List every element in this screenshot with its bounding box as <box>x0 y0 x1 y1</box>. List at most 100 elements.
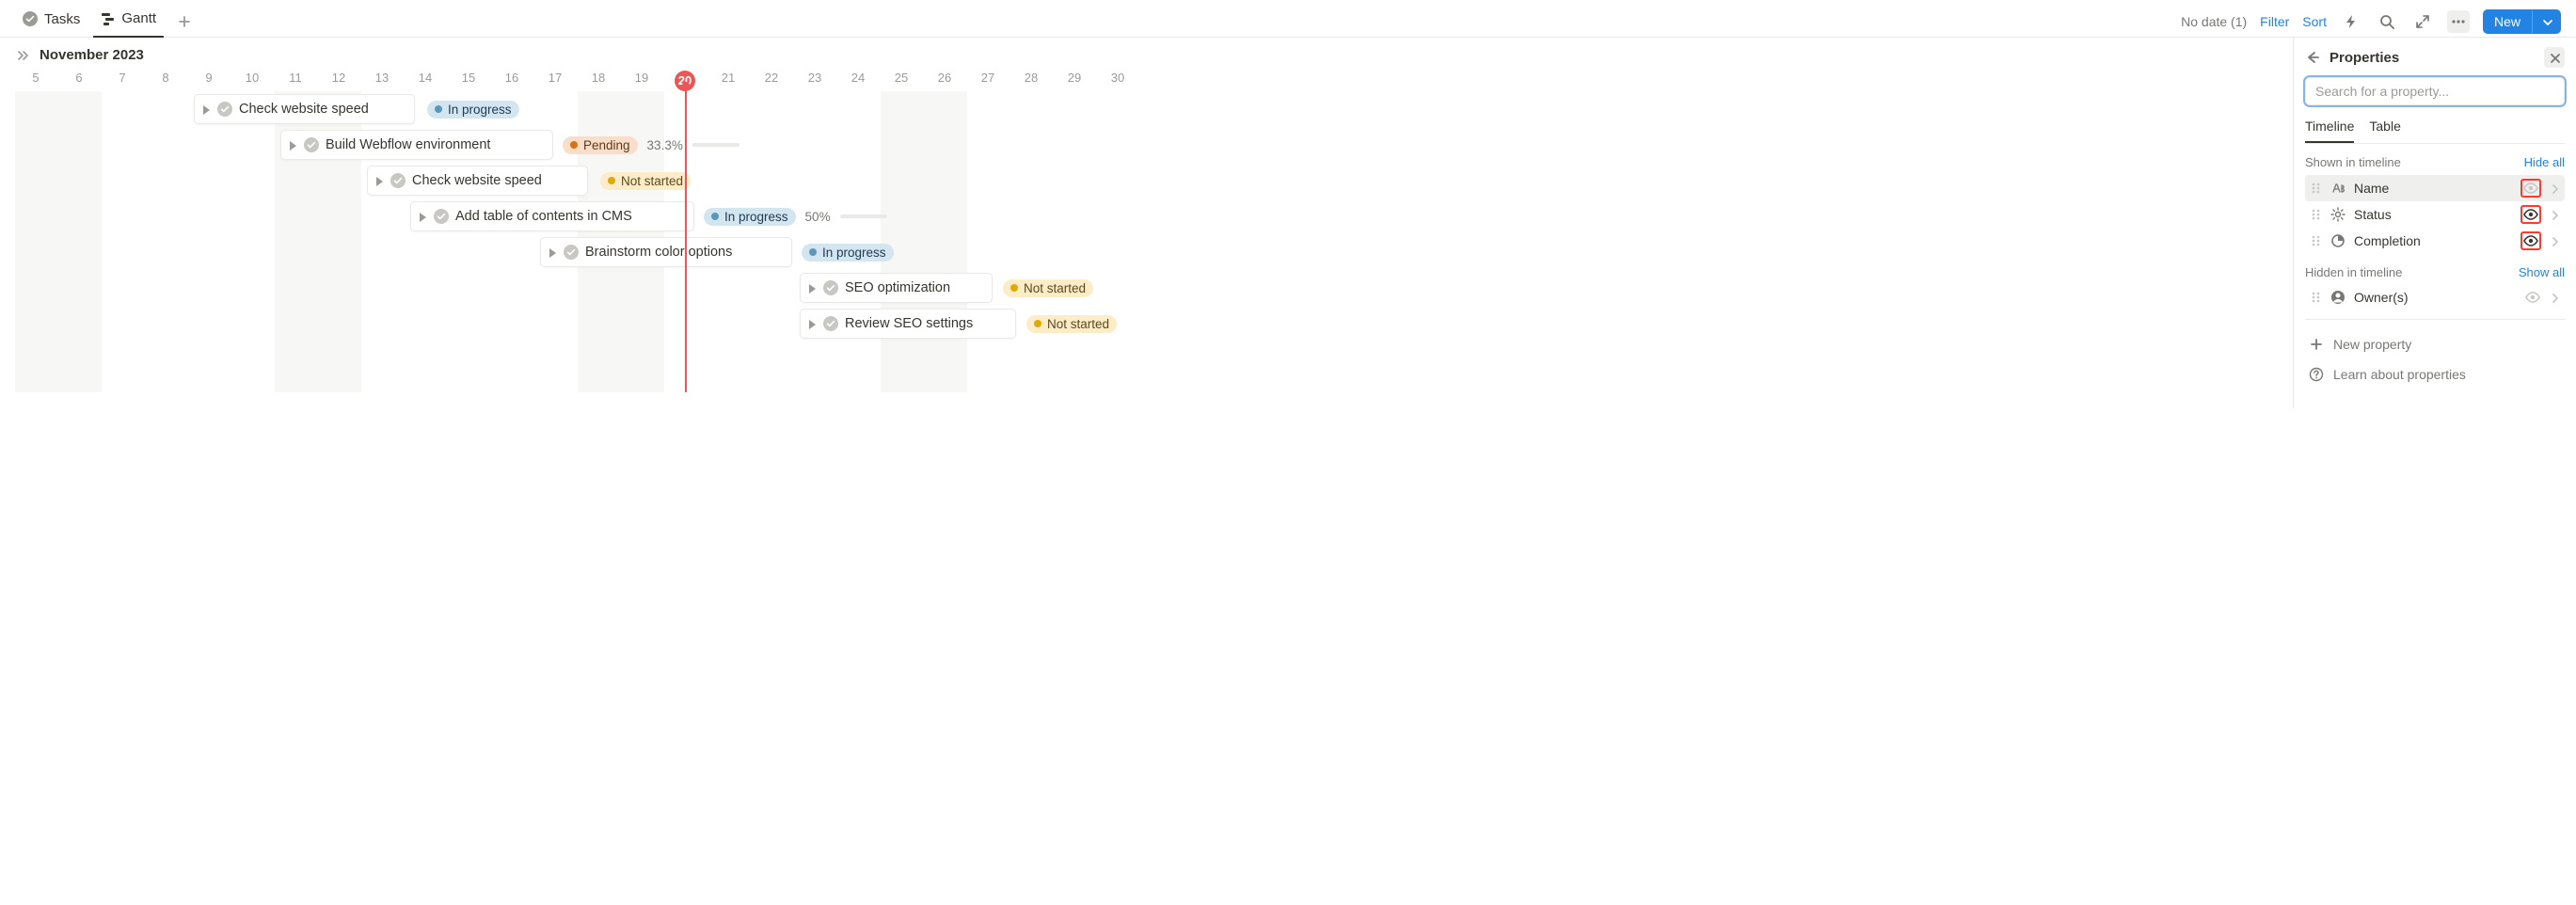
new-button-dropdown[interactable] <box>2532 10 2561 33</box>
tab-tasks-label: Tasks <box>44 11 80 27</box>
property-item[interactable]: Status <box>2305 201 2565 228</box>
task-bar[interactable]: Review SEO settings <box>800 309 1016 339</box>
property-item[interactable]: Completion <box>2305 228 2565 254</box>
day-label: 27 <box>966 71 1010 85</box>
chevron-right-icon[interactable] <box>2548 234 2561 247</box>
panel-tab-timeline[interactable]: Timeline <box>2305 115 2354 143</box>
task-bar[interactable]: Brainstorm color options <box>540 237 792 267</box>
day-label: 29 <box>1053 71 1097 85</box>
task-bar[interactable]: Check website speed <box>367 166 588 196</box>
check-icon[interactable] <box>823 316 839 332</box>
drag-handle-icon[interactable] <box>2309 181 2322 196</box>
expand-sidebar-icon[interactable] <box>15 48 30 63</box>
property-type-icon <box>2330 181 2346 196</box>
visibility-toggle[interactable] <box>2523 181 2538 196</box>
check-icon[interactable] <box>390 173 406 189</box>
show-all-button[interactable]: Show all <box>2519 265 2565 279</box>
status-pill: Pending <box>563 136 638 154</box>
caret-icon[interactable] <box>285 138 298 151</box>
task-row: Review SEO settings Not started <box>15 306 2293 341</box>
caret-icon[interactable] <box>199 103 212 116</box>
caret-icon[interactable] <box>372 174 385 187</box>
caret-icon[interactable] <box>545 246 558 259</box>
add-view-button[interactable] <box>173 10 196 33</box>
status-pill: In progress <box>427 101 519 119</box>
day-label: 9 <box>187 71 231 85</box>
status-label: Not started <box>1024 281 1086 295</box>
property-item[interactable]: Owner(s) <box>2305 285 2565 310</box>
day-scale: 5678910111213141516171819202122232425262… <box>15 71 2293 91</box>
caret-icon[interactable] <box>804 281 818 294</box>
visibility-toggle[interactable] <box>2525 290 2540 305</box>
topbar: Tasks Gantt No date (1) Filter Sort New <box>0 0 2576 38</box>
automations-button[interactable] <box>2340 10 2362 33</box>
task-bar[interactable]: Build Webflow environment <box>280 130 553 160</box>
day-label: 21 <box>707 71 751 85</box>
chevron-right-icon[interactable] <box>2548 208 2561 221</box>
caret-icon[interactable] <box>415 210 428 223</box>
gantt-grid[interactable]: New Check website speedIn progress Build… <box>15 91 2293 392</box>
no-date-indicator[interactable]: No date (1) <box>2181 14 2247 29</box>
tab-tasks[interactable]: Tasks <box>15 6 87 37</box>
day-label: 23 <box>793 71 837 85</box>
day-label: 7 <box>101 71 145 85</box>
check-icon[interactable] <box>823 280 839 296</box>
check-icon[interactable] <box>434 209 450 225</box>
task-extras: Not started <box>600 166 691 196</box>
drag-handle-icon[interactable] <box>2309 233 2322 248</box>
chevron-right-icon[interactable] <box>2548 182 2561 195</box>
drag-handle-icon[interactable] <box>2309 207 2322 222</box>
filter-button[interactable]: Filter <box>2260 14 2289 29</box>
check-icon[interactable] <box>217 102 233 118</box>
day-label: 25 <box>880 71 924 85</box>
check-icon[interactable] <box>564 245 580 261</box>
tab-gantt[interactable]: Gantt <box>93 5 164 38</box>
check-circle-icon <box>23 11 39 27</box>
property-name: Status <box>2354 207 2514 222</box>
new-button[interactable]: New <box>2483 9 2561 34</box>
day-label: 8 <box>144 71 188 85</box>
status-label: In progress <box>822 246 886 260</box>
day-label: 22 <box>750 71 794 85</box>
status-label: Not started <box>621 174 683 188</box>
day-label: 13 <box>360 71 405 85</box>
panel-back-button[interactable] <box>2305 50 2320 65</box>
check-icon[interactable] <box>304 137 320 153</box>
new-property-button[interactable]: New property <box>2305 329 2565 359</box>
drag-handle-icon[interactable] <box>2309 290 2322 305</box>
status-label: In progress <box>448 103 512 117</box>
task-name: Check website speed <box>412 173 546 188</box>
chevron-right-icon[interactable] <box>2548 291 2561 304</box>
expand-button[interactable] <box>2411 10 2434 33</box>
property-type-icon <box>2330 233 2346 248</box>
caret-icon[interactable] <box>804 317 818 330</box>
property-name: Completion <box>2354 233 2514 248</box>
day-label: 19 <box>620 71 664 85</box>
day-label: 15 <box>447 71 491 85</box>
status-label: Not started <box>1047 317 1109 331</box>
sort-button[interactable]: Sort <box>2302 14 2327 29</box>
task-row: Brainstorm color options In progress <box>15 234 2293 270</box>
panel-tab-table[interactable]: Table <box>2369 115 2400 143</box>
visibility-toggle[interactable] <box>2523 233 2538 248</box>
visibility-toggle[interactable] <box>2523 207 2538 222</box>
month-header: November 2023 <box>0 38 2293 71</box>
task-bar[interactable]: Add table of contents in CMS <box>410 201 694 231</box>
property-search-input[interactable] <box>2305 77 2565 105</box>
status-pill: In progress <box>704 208 796 226</box>
panel-close-button[interactable] <box>2544 47 2565 68</box>
more-button[interactable] <box>2447 10 2470 33</box>
property-item[interactable]: Name <box>2305 175 2565 201</box>
day-label: 24 <box>836 71 881 85</box>
status-pill: Not started <box>1026 315 1117 333</box>
day-label: 5 <box>14 71 58 85</box>
task-bar[interactable]: Check website speed <box>194 94 415 124</box>
task-bar[interactable]: SEO optimization <box>800 273 993 303</box>
today-line <box>685 86 687 392</box>
task-name: Build Webflow environment <box>326 137 494 152</box>
status-pill: Not started <box>600 172 691 190</box>
learn-properties-link[interactable]: Learn about properties <box>2305 359 2565 389</box>
search-button[interactable] <box>2376 10 2398 33</box>
hide-all-button[interactable]: Hide all <box>2524 155 2565 169</box>
task-row: Add table of contents in CMSIn progress5… <box>15 198 2293 234</box>
